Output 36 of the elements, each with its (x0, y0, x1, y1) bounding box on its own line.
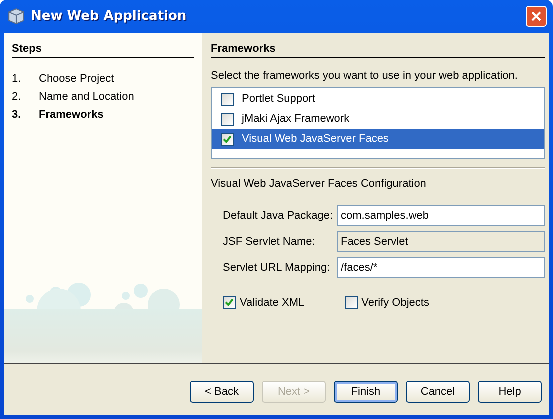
checkbox[interactable] (344, 296, 358, 309)
input-field[interactable]: /faces/* (337, 257, 545, 278)
framework-label: Portlet Support (242, 93, 316, 105)
step-number: 2. (12, 91, 22, 103)
framework-label: Visual Web JavaServer Faces (242, 133, 389, 145)
configuration-title: Visual Web JavaServer Faces Configuration (211, 178, 428, 190)
field-label: JSF Servlet Name: (223, 236, 316, 248)
steps-heading: Steps (12, 43, 194, 58)
field-label: Servlet URL Mapping: (223, 262, 332, 274)
checkbox[interactable] (223, 296, 236, 309)
step-label: Choose Project (39, 73, 114, 85)
dialog-button[interactable]: < Back (190, 380, 254, 402)
checkbox[interactable] (221, 92, 234, 106)
framework-list-item[interactable]: jMaki Ajax Framework (212, 109, 544, 129)
step-label: Frameworks (39, 109, 104, 121)
dialog-button[interactable]: Help (478, 380, 542, 402)
framework-label: jMaki Ajax Framework (242, 113, 350, 125)
framework-list-item[interactable]: Portlet Support (212, 89, 544, 109)
field-label: Default Java Package: (223, 210, 334, 222)
description-text: Select the frameworks you want to use in your web application. (211, 70, 519, 82)
window-title: New Web Application (31, 9, 188, 24)
dialog-button[interactable]: Cancel (406, 380, 470, 402)
cube-icon (8, 8, 25, 25)
input-field[interactable]: com.samples.web (337, 205, 545, 226)
checkbox[interactable] (221, 112, 234, 126)
close-icon (531, 11, 542, 22)
dialog-button[interactable]: Finish (334, 380, 398, 402)
step-label: Name and Location (39, 91, 134, 103)
frameworks-heading: Frameworks (211, 43, 545, 58)
step-number: 3. (12, 109, 22, 121)
close-button[interactable] (526, 6, 547, 27)
checkbox-label: Verify Objects (362, 296, 430, 308)
step-number: 1. (12, 73, 22, 85)
framework-list-item[interactable]: Visual Web JavaServer Faces (212, 129, 544, 149)
checkbox-label: Validate XML (240, 296, 305, 308)
checkbox[interactable] (221, 132, 234, 146)
